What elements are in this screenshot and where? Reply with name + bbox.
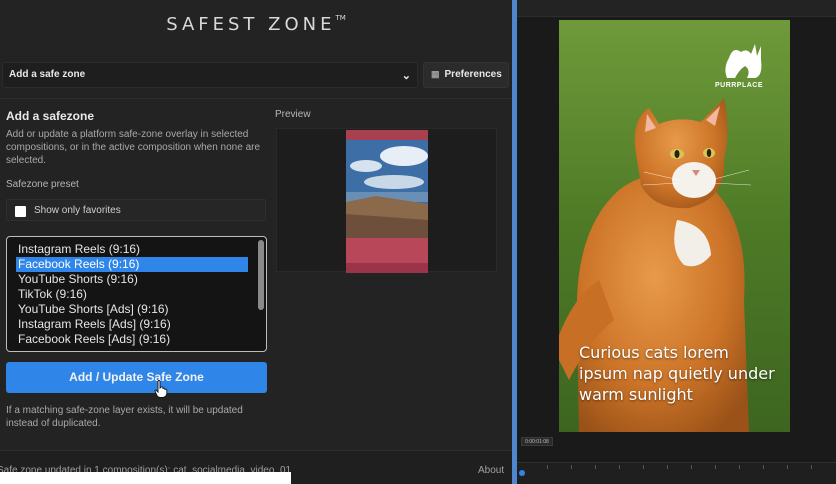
app-logo: SAFEST ZONETM <box>166 14 346 35</box>
list-item[interactable]: Instagram Reels [Ads] (9:16) <box>16 317 248 332</box>
overlay-strip <box>0 472 291 484</box>
mode-dropdown-value: Add a safe zone <box>9 69 86 80</box>
mode-dropdown[interactable]: Add a safe zone ⌄ <box>2 62 418 88</box>
list-item[interactable]: Facebook Reels [Ads] (9:16) <box>16 332 248 347</box>
list-item[interactable]: TikTok (9:16) <box>16 287 248 302</box>
ruler-tick <box>811 465 812 469</box>
ruler-tick <box>763 465 764 469</box>
preview-thumbnail <box>346 130 428 273</box>
favorites-checkbox[interactable] <box>15 206 26 217</box>
ruler-tick <box>643 465 644 469</box>
composition-viewer: PURRPLACE Curious cats lorem ipsum nap q… <box>517 0 836 484</box>
ruler-tick <box>595 465 596 469</box>
preview-label: Preview <box>275 109 311 120</box>
sliders-icon: ▦ <box>431 69 440 79</box>
video-caption: Curious cats lorem ipsum nap quietly und… <box>579 343 775 404</box>
timecode-display[interactable]: 0:00:01:08 <box>521 437 553 446</box>
preset-label: Safezone preset <box>6 179 79 190</box>
list-item[interactable]: Instagram Reels (9:16) <box>16 242 248 257</box>
safest-zone-panel: SAFEST ZONETM Add a safe zone ⌄ ▦ Prefere… <box>0 0 512 484</box>
playhead[interactable] <box>519 470 525 476</box>
ruler-tick <box>667 465 668 469</box>
preview-box <box>276 128 497 273</box>
brand-label: PURRPLACE <box>714 82 764 89</box>
composition-frame[interactable]: PURRPLACE Curious cats lorem ipsum nap q… <box>559 20 790 432</box>
add-update-safe-zone-button[interactable]: Add / Update Safe Zone <box>6 362 267 393</box>
favorites-label: Show only favorites <box>34 205 121 216</box>
section-title: Add a safezone <box>6 109 95 123</box>
list-item[interactable]: YouTube Shorts [Ads] (9:16) <box>16 302 248 317</box>
ruler-tick <box>691 465 692 469</box>
about-link[interactable]: About <box>478 465 504 476</box>
ruler-tick <box>715 465 716 469</box>
ruler-tick <box>547 465 548 469</box>
update-note: If a matching safe-zone layer exists, it… <box>6 405 243 429</box>
timeline-ruler[interactable] <box>517 462 836 484</box>
list-item-selected[interactable]: Facebook Reels (9:16) <box>16 257 248 272</box>
preferences-button[interactable]: ▦ Preferences <box>423 62 509 88</box>
section-description: Add or update a platform safe-zone overl… <box>6 129 261 166</box>
favorites-toggle-row[interactable]: Show only favorites <box>6 199 266 221</box>
ruler-tick <box>787 465 788 469</box>
chevron-down-icon: ⌄ <box>401 70 411 82</box>
preset-listbox[interactable]: Instagram Reels (9:16) Facebook Reels (9… <box>6 236 267 352</box>
ruler-tick <box>739 465 740 469</box>
hand-cursor-icon <box>154 380 168 398</box>
ruler-tick <box>571 465 572 469</box>
listbox-scrollbar[interactable] <box>258 240 264 310</box>
panel-toolbar: Add a safe zone ⌄ ▦ Preferences <box>0 62 512 88</box>
viewer-header <box>517 0 836 17</box>
list-item[interactable]: YouTube Shorts (9:16) <box>16 272 248 287</box>
ruler-tick <box>619 465 620 469</box>
add-safezone-section: Add a safezone Add or update a platform … <box>0 98 512 450</box>
